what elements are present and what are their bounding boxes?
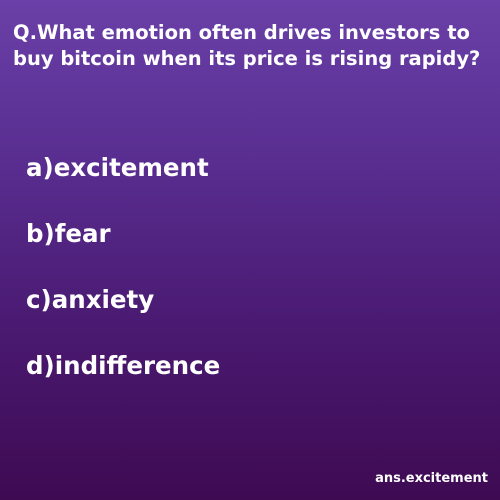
option-c: c)anxiety [26,285,155,314]
quiz-card: Q.What emotion often drives investors to… [0,0,500,500]
option-a: a)excitement [26,153,209,182]
question-text: Q.What emotion often drives investors to… [13,21,481,70]
option-b: b)fear [26,219,111,248]
answer-text: ans.excitement [375,471,488,486]
options-list: a)excitement b)fear c)anxiety d)indiffer… [26,150,220,414]
option-d: d)indifference [26,351,221,380]
